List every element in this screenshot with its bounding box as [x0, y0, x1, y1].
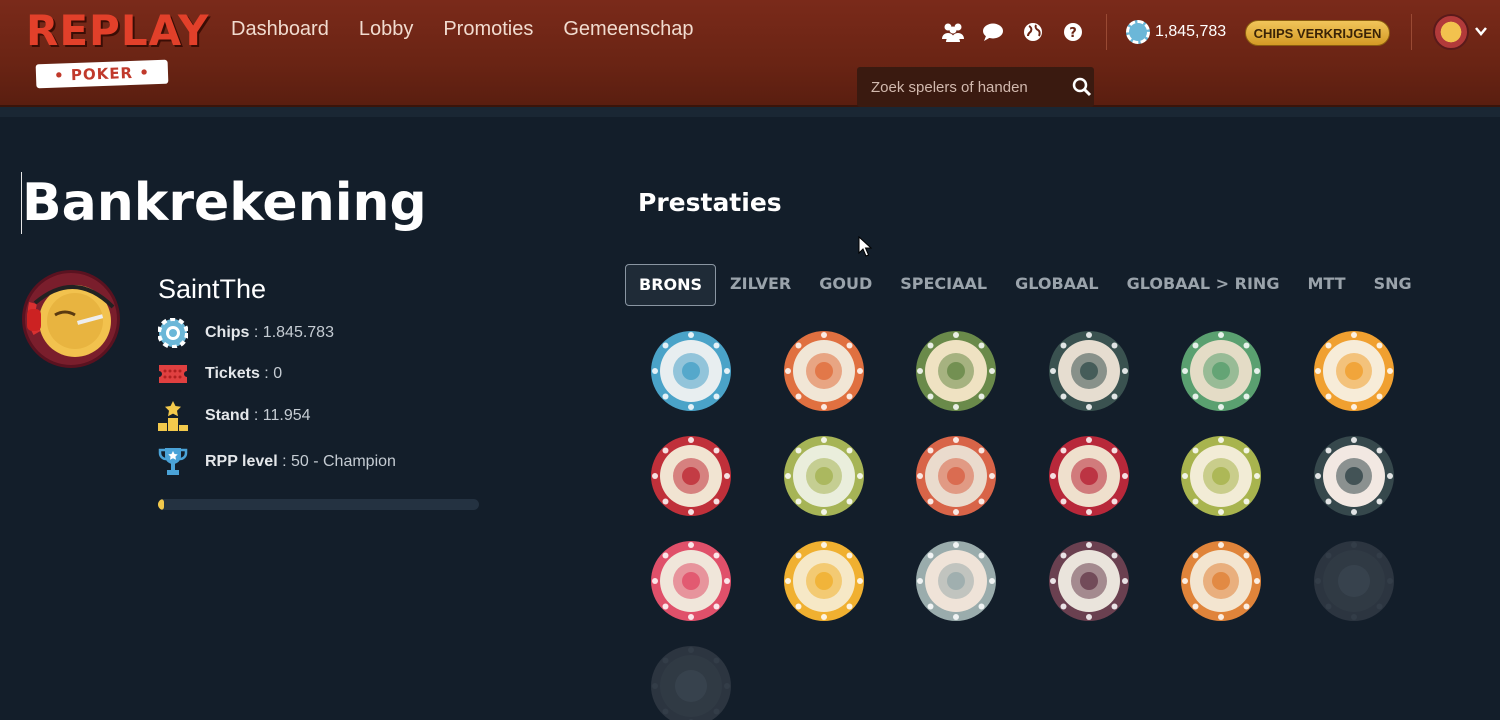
page-title: Bankrekening [21, 172, 427, 234]
nav-promoties[interactable]: Promoties [443, 16, 533, 42]
search-button[interactable] [1070, 67, 1094, 107]
stat-label: RPP level [205, 453, 278, 470]
logo-subtitle: POKER [70, 63, 134, 85]
achievements-title: Prestaties [638, 188, 782, 217]
tab-mtt[interactable]: MTT [1293, 264, 1359, 306]
chevron-down-icon[interactable] [1474, 24, 1488, 38]
tab-goud[interactable]: GOUD [805, 264, 886, 306]
devil-badge[interactable] [1181, 541, 1261, 621]
cards-hand-badge[interactable] [651, 646, 731, 720]
chip-balance-icon [1126, 20, 1150, 44]
search-bar [857, 67, 1094, 107]
header-divider [1106, 14, 1107, 50]
royals-badge[interactable] [1049, 436, 1129, 516]
tab-globaal-ring[interactable]: GLOBAAL > RING [1113, 264, 1294, 306]
stat-chips: Chips : 1.845.783 [158, 318, 334, 348]
stat-value: 11.954 [262, 407, 311, 424]
trophy-icon [158, 447, 188, 477]
diamond-card-badge[interactable] [784, 331, 864, 411]
main-nav: Dashboard Lobby Promoties Gemeenschap [231, 16, 693, 42]
gold-bars-badge[interactable] [784, 541, 864, 621]
dynamite-badge[interactable] [1314, 436, 1394, 516]
insert-coin-badge[interactable] [651, 436, 731, 516]
stat-tickets: Tickets : 0 [158, 359, 282, 389]
logo-title: REPLAY [26, 6, 210, 55]
stat-value: 1.845.783 [262, 324, 334, 341]
profile-avatar[interactable] [22, 270, 120, 368]
crowd-badge[interactable] [1049, 331, 1129, 411]
clover-badge[interactable] [784, 436, 864, 516]
stat-stand: Stand : 11.954 [158, 401, 311, 431]
header-divider [1411, 14, 1412, 50]
user-avatar[interactable] [1433, 14, 1469, 50]
flexing-arm-badge[interactable] [916, 331, 996, 411]
tab-brons[interactable]: BRONS [625, 264, 717, 306]
friends-icon[interactable] [941, 20, 965, 44]
ticket-icon [158, 359, 188, 389]
replay-poker-logo[interactable]: REPLAY • POKER • [26, 6, 210, 90]
crystal-ball-badge[interactable] [1049, 541, 1129, 621]
pot-of-gold-badge[interactable] [1181, 436, 1261, 516]
level-progress-fill [158, 499, 165, 510]
tab-globaal[interactable]: GLOBAAL [1001, 264, 1113, 306]
mouse-cursor [858, 236, 873, 257]
stat-value: 50 - Champion [290, 453, 396, 470]
header-icon-group: ? [941, 20, 1085, 44]
nav-dashboard[interactable]: Dashboard [231, 16, 329, 42]
help-icon[interactable]: ? [1061, 20, 1085, 44]
magic-hat-badge[interactable] [651, 541, 731, 621]
chip-balance: 1,845,783 [1126, 20, 1226, 44]
stat-value: 0 [273, 365, 283, 382]
chip-icon [158, 318, 188, 348]
chat-icon[interactable] [981, 20, 1005, 44]
svg-text:?: ? [1069, 26, 1077, 41]
stat-label: Chips [205, 324, 250, 341]
tab-zilver[interactable]: ZILVER [716, 264, 805, 306]
achievement-tabs: BRONS ZILVER GOUD SPECIAAL GLOBAAL GLOBA… [625, 264, 1426, 306]
stat-label: Stand [205, 407, 250, 424]
flame-badge[interactable] [1314, 331, 1394, 411]
pacifier-badge[interactable] [651, 331, 731, 411]
globe-icon[interactable] [1021, 20, 1045, 44]
search-input[interactable] [857, 78, 1070, 96]
username: SaintThe [158, 274, 267, 304]
tab-speciaal[interactable]: SPECIAAL [886, 264, 1001, 306]
stat-rpp-level: RPP level : 50 - Champion [158, 447, 396, 477]
gun-badge[interactable] [916, 436, 996, 516]
bowling-badge[interactable] [916, 541, 996, 621]
nav-lobby[interactable]: Lobby [359, 16, 414, 42]
chip-balance-value: 1,845,783 [1155, 23, 1227, 40]
top-header: REPLAY • POKER • Dashboard Lobby Promoti… [0, 0, 1500, 117]
stat-label: Tickets [205, 365, 260, 382]
cake-badge[interactable] [1314, 541, 1394, 621]
search-icon [1072, 77, 1092, 97]
podium-icon [158, 401, 188, 431]
nav-gemeenschap[interactable]: Gemeenschap [563, 16, 693, 42]
target-badge[interactable] [1181, 331, 1261, 411]
buy-chips-button[interactable]: CHIPS VERKRIJGEN [1245, 20, 1390, 46]
logo-ribbon: • POKER • [35, 59, 169, 89]
level-progress-bar [158, 499, 479, 510]
tab-sng[interactable]: SNG [1360, 264, 1426, 306]
